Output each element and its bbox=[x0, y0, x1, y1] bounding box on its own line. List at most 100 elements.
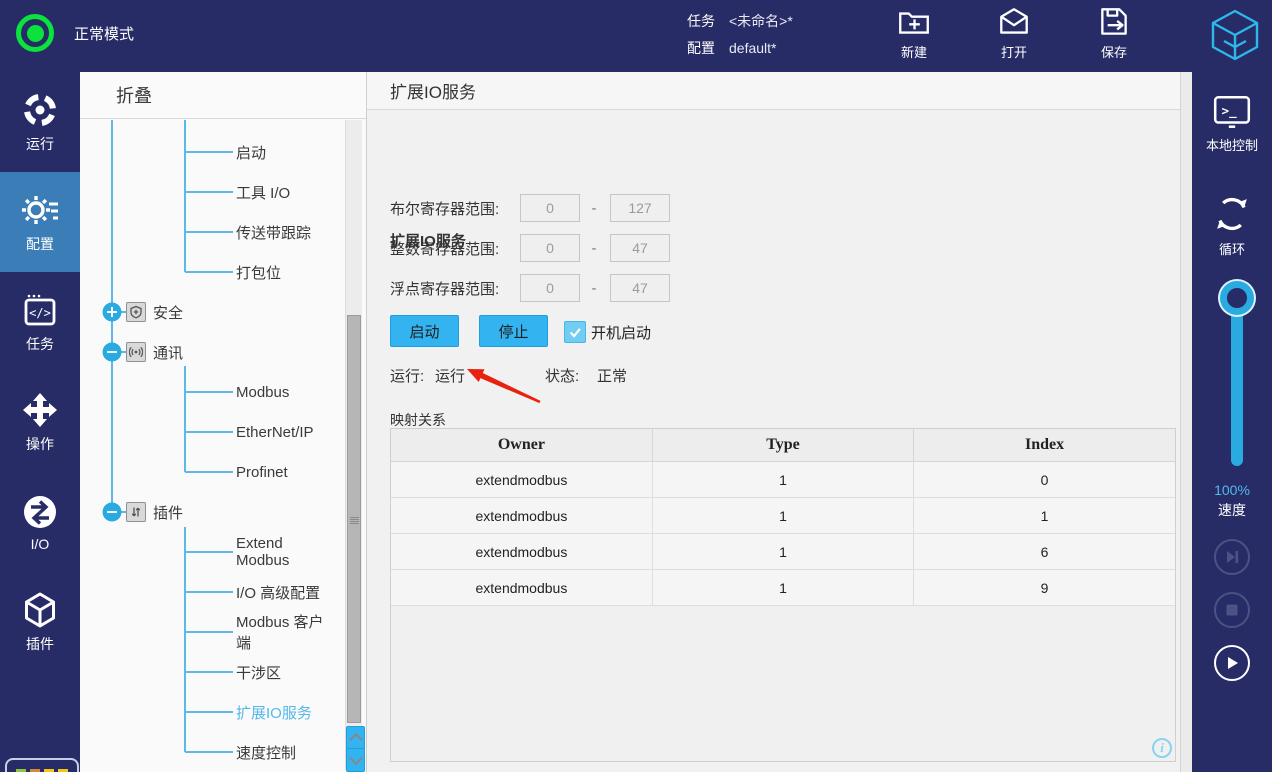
int-range-to-input[interactable] bbox=[610, 234, 670, 262]
speed-percent: 100% bbox=[1192, 482, 1272, 498]
task-name: <未命名>* bbox=[729, 13, 793, 29]
bool-range-to-input[interactable] bbox=[610, 194, 670, 222]
new-button[interactable]: 新建 bbox=[880, 4, 948, 61]
save-button[interactable]: 保存 bbox=[1080, 4, 1148, 61]
config-name: default* bbox=[729, 40, 776, 56]
right-sidebar: >_ 本地控制 循环 100% 速度 bbox=[1192, 72, 1272, 772]
tree-item-tool-io[interactable]: 工具 I/O bbox=[80, 172, 335, 212]
speed-slider-track[interactable] bbox=[1231, 302, 1243, 466]
float-register-range-row: 浮点寄存器范围: - bbox=[390, 274, 670, 302]
scroll-up-button[interactable] bbox=[346, 726, 365, 750]
col-header-owner: Owner bbox=[391, 429, 652, 462]
tree-scrollbar[interactable] bbox=[345, 120, 362, 770]
speed-label: 速度 bbox=[1192, 500, 1272, 520]
table-row[interactable]: extendmodbus10 bbox=[391, 462, 1175, 498]
run-label: 运行: bbox=[390, 365, 424, 386]
antenna-icon bbox=[126, 342, 146, 362]
mode-label: 正常模式 bbox=[74, 23, 134, 44]
code-window-icon: </> bbox=[20, 290, 60, 330]
mapping-table-container: Owner Type Index extendmodbus10 extendmo… bbox=[390, 428, 1176, 762]
int-range-from-input[interactable] bbox=[520, 234, 580, 262]
mapping-label: 映射关系 bbox=[390, 410, 446, 430]
bool-register-range-row: 布尔寄存器范围: - bbox=[390, 194, 670, 222]
session-info: 任务 <未命名>* 配置 default* bbox=[687, 8, 793, 62]
table-row[interactable]: extendmodbus16 bbox=[391, 534, 1175, 570]
play-button[interactable] bbox=[1214, 645, 1250, 681]
nav-item-io[interactable]: I/O bbox=[0, 472, 80, 572]
int-register-range-row: 整数寄存器范围: - bbox=[390, 234, 670, 262]
nav-item-run[interactable]: 运行 bbox=[0, 72, 80, 172]
table-row[interactable]: extendmodbus19 bbox=[391, 570, 1175, 606]
tree-group-safety[interactable]: 安全 bbox=[80, 292, 335, 332]
sliders-icon bbox=[126, 502, 146, 522]
nav-item-config[interactable]: 配置 bbox=[0, 172, 80, 272]
nav-item-task[interactable]: </> 任务 bbox=[0, 272, 80, 372]
float-range-from-input[interactable] bbox=[520, 274, 580, 302]
autostart-label: 开机启动 bbox=[591, 322, 651, 343]
start-button[interactable]: 启动 bbox=[390, 315, 459, 347]
tree-item-io-advanced[interactable]: I/O 高级配置 bbox=[80, 572, 335, 612]
tree-item-pack-position[interactable]: 打包位 bbox=[80, 252, 335, 292]
tree-item-extended-io-service[interactable]: 扩展IO服务 bbox=[80, 692, 335, 732]
tree-item-ethernet-ip[interactable]: EtherNet/IP bbox=[80, 412, 335, 452]
brand-logo bbox=[1208, 8, 1262, 67]
mode-status: 正常模式 bbox=[16, 14, 134, 52]
svg-text:</>: </> bbox=[29, 306, 51, 320]
check-icon bbox=[567, 324, 583, 340]
stop-playback-button[interactable] bbox=[1214, 592, 1250, 628]
autostart-checkbox[interactable] bbox=[564, 321, 586, 343]
speed-slider-handle[interactable] bbox=[1220, 281, 1254, 315]
loop-button[interactable]: 循环 bbox=[1192, 192, 1272, 258]
tree-group-communication[interactable]: 通讯 bbox=[80, 332, 335, 372]
tree-item-modbus[interactable]: Modbus bbox=[80, 372, 335, 412]
open-button[interactable]: 打开 bbox=[980, 4, 1048, 61]
col-header-type: Type bbox=[652, 429, 913, 462]
local-control-button[interactable]: >_ 本地控制 bbox=[1192, 92, 1272, 154]
topbar: 正常模式 任务 <未命名>* 配置 default* 新建 打开 保存 bbox=[0, 0, 1272, 72]
open-file-icon bbox=[996, 4, 1032, 40]
main-panel: 扩展IO服务 扩展IO服务 布尔寄存器范围: - 整数寄存器范围: - 浮点寄存… bbox=[367, 72, 1180, 772]
terminal-icon: >_ bbox=[1211, 92, 1253, 132]
state-label: 状态: bbox=[545, 365, 579, 386]
config-tree-panel: 折叠 启动 工具 I/O 传送带跟踪 打包位 bbox=[80, 72, 367, 772]
nav-item-move[interactable]: 操作 bbox=[0, 372, 80, 472]
tree-item-speed-control[interactable]: 速度控制 bbox=[80, 732, 335, 772]
corner-brand-logo bbox=[5, 758, 79, 772]
save-disk-icon bbox=[1096, 4, 1132, 40]
stop-square-icon bbox=[1225, 603, 1239, 617]
scrollbar-thumb[interactable] bbox=[347, 315, 361, 723]
tree-item-modbus-client[interactable]: Modbus 客户端 bbox=[80, 612, 335, 652]
tree-item-profinet[interactable]: Profinet bbox=[80, 452, 335, 492]
tree-collapse-header[interactable]: 折叠 bbox=[80, 72, 366, 119]
col-header-index: Index bbox=[914, 429, 1175, 462]
io-swap-icon bbox=[20, 492, 60, 532]
normal-mode-indicator-icon bbox=[16, 14, 54, 52]
config-label: 配置 bbox=[687, 40, 715, 56]
table-row[interactable]: extendmodbus11 bbox=[391, 498, 1175, 534]
app-window: 正常模式 任务 <未命名>* 配置 default* 新建 打开 保存 bbox=[0, 0, 1272, 772]
nav-item-plugin[interactable]: 插件 bbox=[0, 572, 80, 672]
tree-group-plugin[interactable]: 插件 bbox=[80, 492, 335, 532]
tree-item-extend-modbus[interactable]: Extend Modbus bbox=[80, 532, 335, 572]
float-range-to-input[interactable] bbox=[610, 274, 670, 302]
mapping-table: Owner Type Index extendmodbus10 extendmo… bbox=[391, 429, 1175, 606]
state-value: 正常 bbox=[597, 365, 627, 386]
tree-item-conveyor-tracking[interactable]: 传送带跟踪 bbox=[80, 212, 335, 252]
panel-gap bbox=[1180, 72, 1192, 772]
bool-range-from-input[interactable] bbox=[520, 194, 580, 222]
left-sidebar: 运行 配置 </> 任务 操作 I/O 插件 bbox=[0, 72, 80, 772]
move-arrows-icon bbox=[20, 390, 60, 430]
tree-item-interference-zone[interactable]: 干涉区 bbox=[80, 652, 335, 692]
stop-button[interactable]: 停止 bbox=[479, 315, 548, 347]
gear-icon bbox=[20, 190, 60, 230]
svg-text:>_: >_ bbox=[1222, 103, 1238, 119]
task-label: 任务 bbox=[687, 13, 715, 29]
run-icon bbox=[20, 90, 60, 130]
chevron-down-icon bbox=[348, 751, 362, 765]
scroll-down-button[interactable] bbox=[346, 748, 365, 772]
step-button[interactable] bbox=[1214, 539, 1250, 575]
tree-item-startup[interactable]: 启动 bbox=[80, 132, 335, 172]
play-icon bbox=[1224, 655, 1240, 671]
run-value: 运行 bbox=[435, 365, 465, 386]
info-icon[interactable]: i bbox=[1152, 738, 1172, 758]
